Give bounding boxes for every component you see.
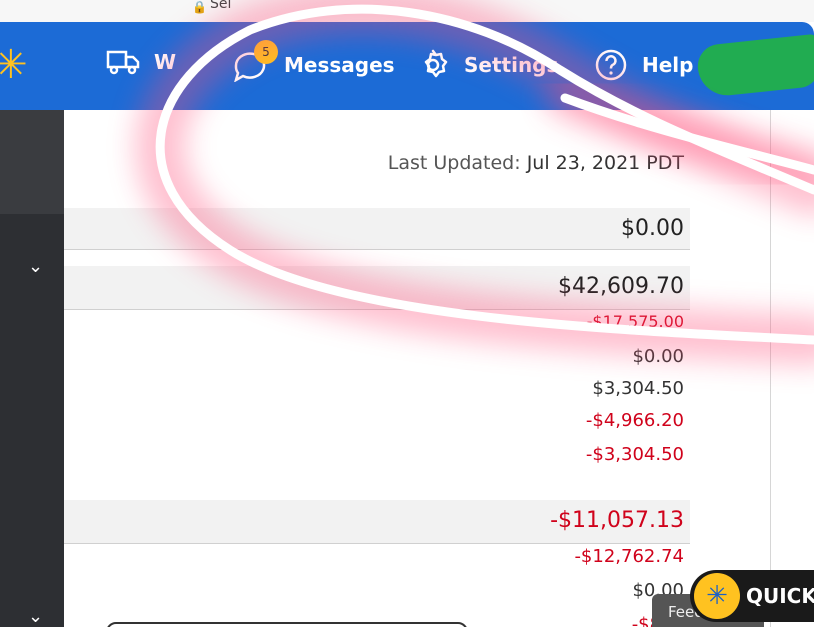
amount-value: -$3,304.50 <box>585 444 684 465</box>
left-sidebar: ⌄ ⌄ <box>0 110 64 627</box>
chevron-down-icon[interactable]: ⌄ <box>28 606 43 627</box>
amount-value: $3,304.50 <box>592 378 684 399</box>
amount-value: -$11,057.13 <box>550 508 684 533</box>
gear-icon <box>424 49 448 78</box>
sidebar-header <box>0 110 64 214</box>
top-strip-text: Sel <box>210 0 232 12</box>
amount-value: $42,609.70 <box>558 274 684 299</box>
quick-label: QUICK <box>746 584 814 608</box>
top-nav-bar: ✳ W 5 Messages Settings Help <box>0 22 814 110</box>
payments-summary-panel: Last Updated: Jul 23, 2021 PDT $0.00 $42… <box>64 110 770 627</box>
last-updated-label: Last Updated: <box>387 152 521 174</box>
panel-divider <box>770 110 771 627</box>
amount-value: -$17,575.00 <box>586 312 684 331</box>
nav-messages-label: Messages <box>284 53 395 77</box>
nav-help[interactable]: Help <box>594 48 693 82</box>
lock-icon: 🔒 <box>192 0 207 14</box>
amount-value: -$12,762.74 <box>574 546 684 567</box>
last-updated: Last Updated: Jul 23, 2021 PDT <box>388 152 684 174</box>
nav-orders-label: W <box>154 50 177 74</box>
quick-help-button[interactable]: ✳ QUICK <box>690 570 814 622</box>
nav-messages[interactable]: 5 Messages <box>232 40 395 82</box>
chevron-down-icon[interactable]: ⌄ <box>28 256 43 277</box>
nav-help-label: Help <box>642 53 694 77</box>
amount-value: $0.00 <box>621 216 684 241</box>
help-circle-icon <box>595 49 627 81</box>
top-strip: 🔒 Sel <box>0 0 814 22</box>
amount-value: -$4,966.20 <box>585 410 684 431</box>
amount-value: $0.00 <box>632 346 684 367</box>
truck-icon <box>106 50 140 75</box>
spark-logo-icon: ✳ <box>694 573 740 619</box>
spark-logo-icon[interactable]: ✳ <box>0 42 28 88</box>
messages-badge: 5 <box>254 40 278 64</box>
nav-orders[interactable]: W <box>106 48 176 76</box>
nav-settings-label: Settings <box>464 53 559 77</box>
summary-row-band <box>64 208 690 250</box>
bottom-action-button[interactable] <box>106 622 468 627</box>
redaction-mark <box>695 33 814 99</box>
nav-settings[interactable]: Settings <box>416 48 558 82</box>
last-updated-date: Jul 23, 2021 PDT <box>526 152 684 174</box>
